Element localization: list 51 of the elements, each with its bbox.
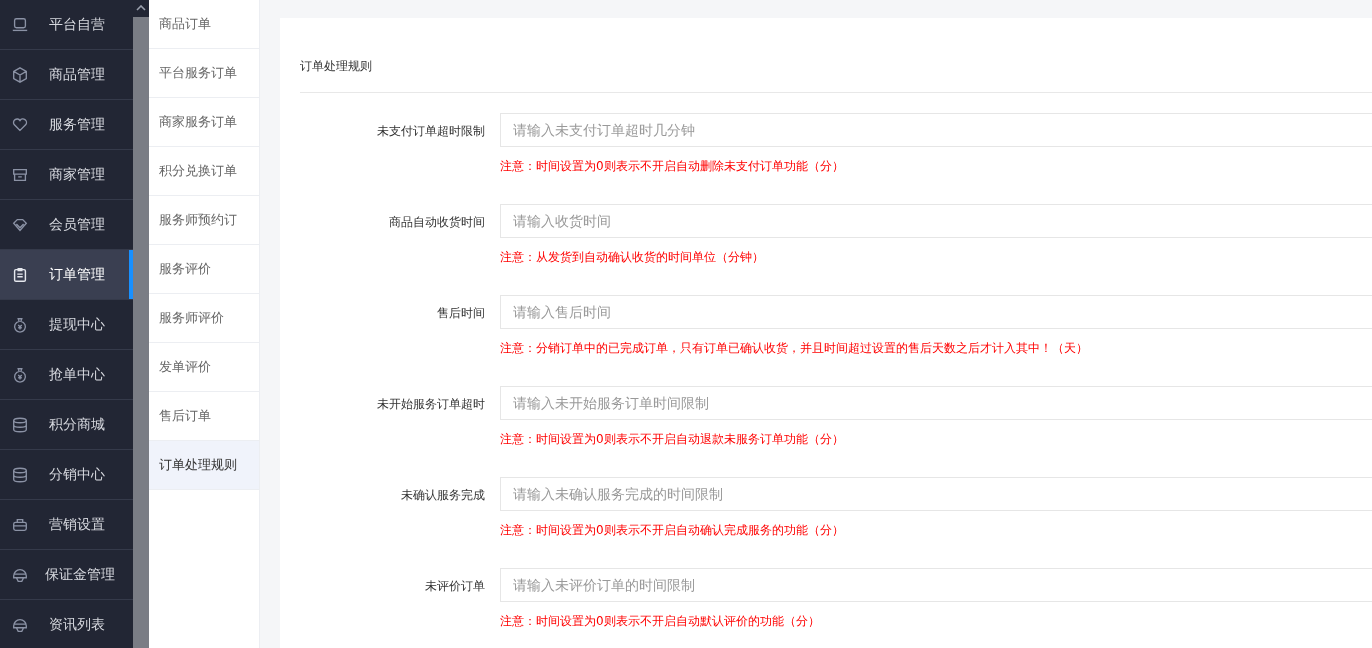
sidebar-item-label: 商品管理 (49, 65, 105, 84)
input-field[interactable]: 请输入未确认服务完成的时间限制 (500, 477, 1372, 511)
field-label: 未确认服务完成 (400, 487, 485, 504)
field-label: 未开始服务订单超时 (376, 396, 485, 413)
sidebar-item-label: 分销中心 (49, 465, 105, 484)
field-note: 注意：时间设置为0则表示不开启自动确认完成服务的功能（分） (500, 522, 845, 539)
laptop-icon (11, 15, 29, 34)
sidebar-item-label: 积分商城 (49, 415, 105, 434)
field-label: 售后时间 (436, 305, 485, 322)
submenu-item[interactable]: 发单评价 (149, 343, 259, 392)
input-field[interactable]: 请输入未支付订单超时几分钟 (500, 113, 1372, 147)
field-label: 未评价订单 (424, 578, 485, 595)
input-field[interactable]: 请输入未开始服务订单时间限制 (500, 386, 1372, 420)
money-bag-icon (11, 315, 29, 334)
submenu-item[interactable]: 服务评价 (149, 245, 259, 294)
submenu-item[interactable]: 积分兑换订单 (149, 147, 259, 196)
sidebar-item-label: 资讯列表 (49, 615, 105, 634)
clipboard-icon (11, 265, 29, 284)
box-icon (11, 65, 29, 84)
field-label: 商品自动收货时间 (388, 214, 485, 231)
sidebar-item-label: 营销设置 (49, 515, 105, 534)
sidebar-item-label: 平台自营 (49, 15, 105, 34)
form-title: 订单处理规则 (300, 18, 1372, 93)
submenu-item[interactable]: 商家服务订单 (149, 98, 259, 147)
submenu-item[interactable]: 服务师评价 (149, 294, 259, 343)
input-field[interactable]: 请输入售后时间 (500, 295, 1372, 329)
sidebar-item-label: 保证金管理 (45, 565, 115, 584)
input-field[interactable]: 请输入未评价订单的时间限制 (500, 568, 1372, 602)
sidebar-item-label: 提现中心 (49, 315, 105, 334)
field-label: 未支付订单超时限制 (376, 123, 485, 140)
submenu-item[interactable]: 订单处理规则 (149, 441, 259, 490)
field-note: 注意：分销订单中的已完成订单，只有订单已确认收货，并且时间超过设置的售后天数之后才计入其中！（天） (500, 340, 1089, 357)
sidebar-item-label: 订单管理 (49, 265, 105, 284)
stack-icon (11, 465, 29, 484)
heart-icon (11, 115, 29, 134)
stack-icon (11, 415, 29, 434)
field-note: 注意：时间设置为0则表示不开启自动默认评价的功能（分） (500, 613, 821, 630)
sidebar-item-label: 会员管理 (49, 215, 105, 234)
money-bag-icon (11, 365, 29, 384)
submenu-item[interactable]: 服务师预约订 (149, 196, 259, 245)
sidebar-item[interactable]: 订单管理 (0, 250, 133, 300)
sidebar-item-label: 抢单中心 (49, 365, 105, 384)
field-note: 注意：从发货到自动确认收货的时间单位（分钟） (500, 249, 765, 266)
field-note: 注意：时间设置为0则表示不开启自动退款未服务订单功能（分） (500, 431, 845, 448)
input-field[interactable]: 请输入收货时间 (500, 204, 1372, 238)
scrollbar[interactable] (133, 0, 149, 648)
sidebar-item-label: 服务管理 (49, 115, 105, 134)
field-note: 注意：时间设置为0则表示不开启自动删除未支付订单功能（分） (500, 158, 845, 175)
submenu-item[interactable]: 商品订单 (149, 0, 259, 49)
sidebar-item-label: 商家管理 (49, 165, 105, 184)
submenu-item[interactable]: 平台服务订单 (149, 49, 259, 98)
